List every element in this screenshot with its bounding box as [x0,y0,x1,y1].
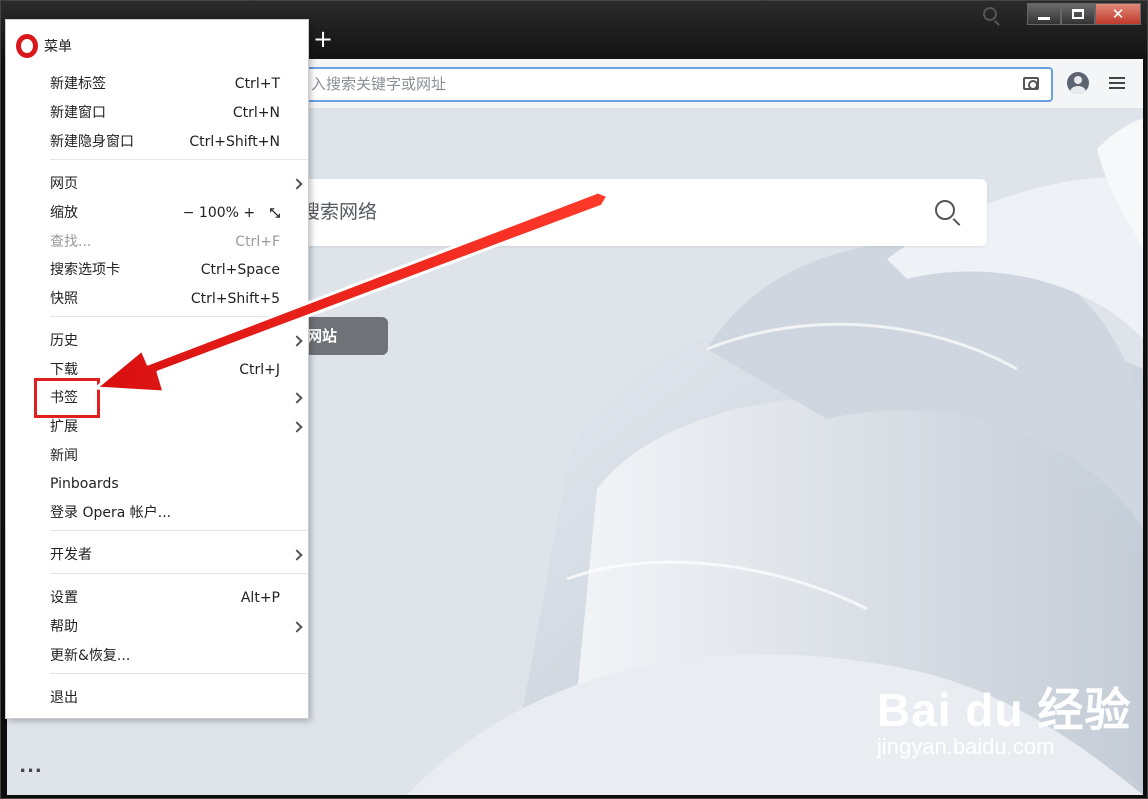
annotation-arrow-icon [94,190,610,394]
